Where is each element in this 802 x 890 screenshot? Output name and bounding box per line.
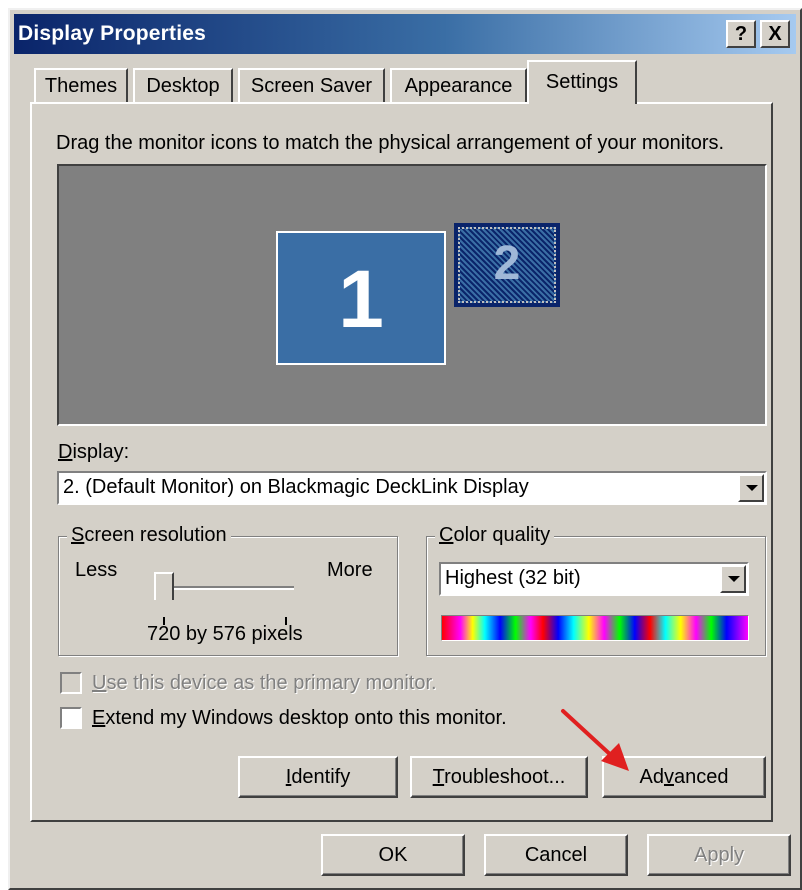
more-label: More	[327, 559, 373, 581]
screen-resolution-legend: Screen resolution	[67, 524, 231, 547]
tab-themes[interactable]: Themes	[34, 68, 128, 102]
resolution-value: 720 by 576 pixels	[147, 623, 303, 645]
color-quality-select[interactable]: Highest (32 bit)	[439, 562, 749, 596]
color-quality-value: Highest (32 bit)	[445, 567, 581, 589]
cancel-button[interactable]: Cancel	[484, 834, 628, 876]
close-button[interactable]: X	[760, 20, 790, 48]
apply-button[interactable]: Apply	[647, 834, 791, 876]
tab-appearance[interactable]: Appearance	[390, 68, 527, 102]
less-label: Less	[75, 559, 118, 581]
color-quality-group: Color quality Highest (32 bit)	[426, 524, 766, 656]
title-bar[interactable]: Display Properties ? X	[14, 14, 796, 54]
color-spectrum-bar	[441, 615, 749, 641]
primary-monitor-label: Use this device as the primary monitor.	[92, 672, 437, 694]
screen-resolution-group: Screen resolution Less More 720 by 576 p…	[58, 524, 398, 656]
display-label: Display:	[58, 441, 130, 463]
tab-settings[interactable]: Settings	[527, 60, 637, 104]
chevron-down-icon[interactable]	[720, 565, 746, 593]
help-button[interactable]: ?	[726, 20, 756, 48]
tab-desktop[interactable]: Desktop	[133, 68, 233, 102]
chevron-down-icon[interactable]	[738, 474, 764, 502]
extend-desktop-checkbox[interactable]	[60, 707, 82, 729]
display-select-value: 2. (Default Monitor) on Blackmagic DeckL…	[63, 476, 529, 498]
tab-screen-saver[interactable]: Screen Saver	[238, 68, 385, 102]
ok-button[interactable]: OK	[321, 834, 465, 876]
identify-button[interactable]: Identify	[238, 756, 398, 798]
resolution-slider-thumb[interactable]	[154, 572, 174, 612]
monitor-arrangement-area[interactable]: 1 2	[57, 164, 767, 426]
annotation-arrow-icon	[561, 709, 629, 771]
monitor-2-icon[interactable]: 2	[454, 223, 560, 307]
extend-desktop-label: Extend my Windows desktop onto this moni…	[92, 707, 507, 729]
resolution-slider-track[interactable]	[159, 586, 294, 590]
window-title: Display Properties	[18, 22, 207, 45]
monitor-1-icon[interactable]: 1	[276, 231, 446, 365]
primary-monitor-checkbox[interactable]	[60, 672, 82, 694]
monitor-instruction: Drag the monitor icons to match the phys…	[56, 132, 725, 154]
monitor-2-number: 2	[458, 227, 556, 303]
color-quality-legend: Color quality	[435, 524, 555, 547]
display-select[interactable]: 2. (Default Monitor) on Blackmagic DeckL…	[57, 471, 767, 505]
